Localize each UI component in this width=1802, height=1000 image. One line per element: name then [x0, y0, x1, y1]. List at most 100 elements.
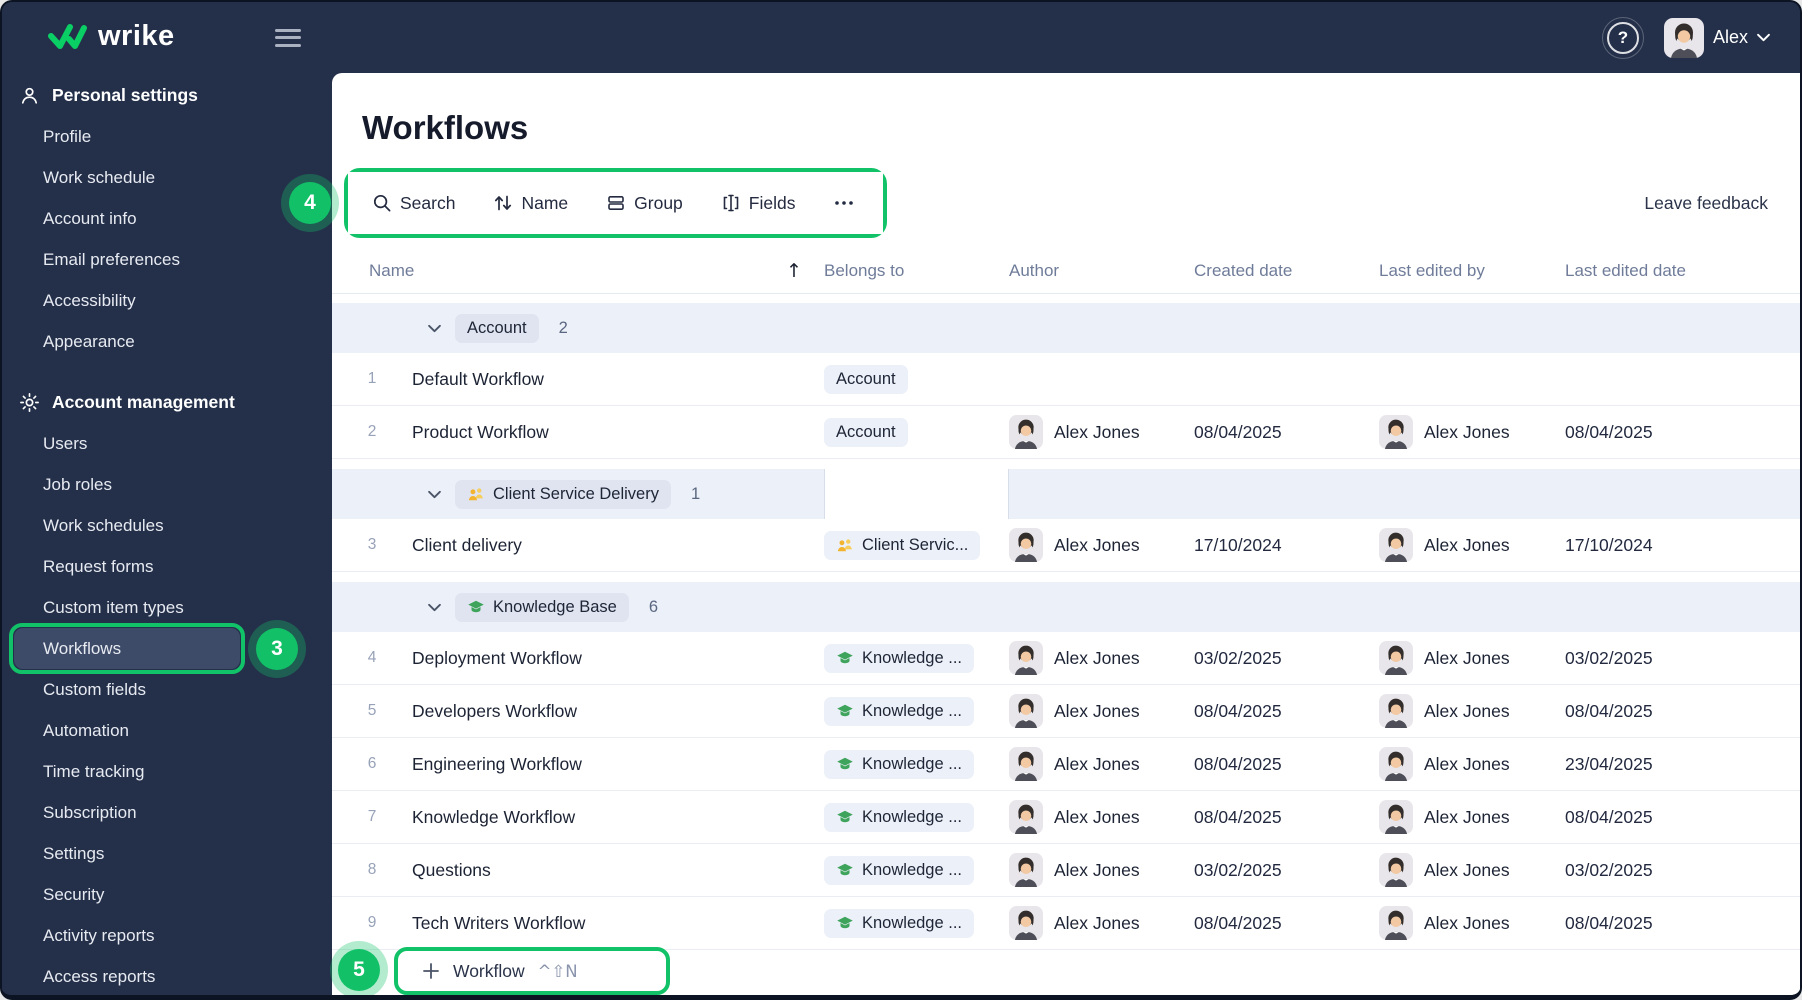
sidebar-item-accessibility[interactable]: Accessibility [2, 280, 332, 321]
grad-cap-icon [836, 649, 854, 667]
sidebar-item-label: Custom fields [43, 679, 146, 699]
sidebar-section-personal-settings: Personal settings [2, 75, 332, 116]
sidebar-section-account-management: Account management [2, 382, 332, 423]
collapse-chevron-icon[interactable] [428, 490, 441, 499]
belongs-to-pill[interactable]: Account [824, 417, 908, 447]
sidebar-item-label: Job roles [43, 474, 112, 494]
topbar-right: ? Alex [1601, 16, 1770, 59]
sidebar-item-work-schedules[interactable]: Work schedules [2, 505, 332, 546]
sidebar-item-label: Access reports [43, 966, 156, 986]
sidebar-item-security[interactable]: Security [2, 874, 332, 915]
toolbar-search-button[interactable]: Search [372, 193, 455, 214]
group-icon [606, 193, 626, 213]
plus-icon [422, 962, 440, 980]
page-title: Workflows [362, 109, 529, 146]
column-header-created-date[interactable]: Created date [1194, 261, 1379, 281]
sidebar-item-job-roles[interactable]: Job roles [2, 464, 332, 505]
row-number: 6 [367, 755, 377, 772]
table-row-questions[interactable]: 8 Questions Knowledge ... Alex Jones 03/02/2… [332, 844, 1800, 897]
sidebar-item-appearance[interactable]: Appearance [2, 321, 332, 362]
workflow-name[interactable]: Deployment Workflow [412, 648, 824, 669]
belongs-to-pill[interactable]: Knowledge ... [824, 749, 974, 779]
workflow-name[interactable]: Knowledge Workflow [412, 807, 824, 828]
workflow-name[interactable]: Client delivery [412, 535, 824, 556]
row-number: 4 [367, 649, 377, 666]
table-row-knowledge-workflow[interactable]: 7 Knowledge Workflow Knowledge ... Alex Jon… [332, 791, 1800, 844]
last-edited-by-name: Alex Jones [1424, 753, 1510, 774]
workflow-name[interactable]: Default Workflow [412, 369, 824, 390]
sidebar-item-subscription[interactable]: Subscription [2, 792, 332, 833]
belongs-to-pill[interactable]: Knowledge ... [824, 643, 974, 673]
grad-cap-icon [836, 861, 854, 879]
sidebar-item-time-tracking[interactable]: Time tracking [2, 751, 332, 792]
last-edited-by-name: Alex Jones [1424, 647, 1510, 668]
group-pill[interactable]: Client Service Delivery [455, 479, 671, 509]
toolbar-more-button[interactable] [833, 193, 855, 213]
table-row-deployment-workflow[interactable]: 4 Deployment Workflow Knowledge ... Alex Jo… [332, 632, 1800, 685]
avatar [1009, 906, 1043, 940]
sidebar-item-users[interactable]: Users [2, 423, 332, 464]
row-number: 2 [367, 423, 377, 440]
belongs-to-pill[interactable]: Knowledge ... [824, 802, 974, 832]
workflow-name[interactable]: Developers Workflow [412, 701, 824, 722]
sidebar-item-workflows[interactable]: Workflows 3 [9, 619, 306, 678]
table-row-engineering-workflow[interactable]: 6 Engineering Workflow Knowledge ... Alex J… [332, 738, 1800, 791]
toolbar-fields-button[interactable]: Fields [721, 193, 795, 214]
group-pill[interactable]: Account [455, 313, 539, 343]
collapse-chevron-icon[interactable] [428, 324, 441, 333]
group-pill[interactable]: Knowledge Base [455, 592, 629, 622]
add-workflow-shortcut: ^⇧N [537, 961, 578, 981]
table-row-tech-writers-workflow[interactable]: 9 Tech Writers Workflow Knowledge ... Alex … [332, 897, 1800, 950]
group-label: Client Service Delivery [493, 484, 659, 503]
sidebar-item-settings[interactable]: Settings [2, 833, 332, 874]
sidebar-item-label: Workflows [43, 638, 122, 658]
table-row-product-workflow[interactable]: 2 Product Workflow Account Alex Jones 08/04/… [332, 406, 1800, 459]
belongs-to-pill[interactable]: Client Servic... [824, 530, 981, 560]
workflow-name[interactable]: Tech Writers Workflow [412, 913, 824, 934]
belongs-to-pill[interactable]: Knowledge ... [824, 855, 974, 885]
help-icon[interactable]: ? [1601, 16, 1644, 59]
avatar [1009, 800, 1043, 834]
table-row-client-delivery[interactable]: 3 Client delivery Client Servic... Alex Jon… [332, 519, 1800, 572]
belongs-to-pill[interactable]: Account [824, 364, 908, 394]
toolbar-group-button[interactable]: Group [606, 193, 683, 214]
workflow-name[interactable]: Product Workflow [412, 422, 824, 443]
sidebar-item-label: Security [43, 884, 105, 904]
sidebar-item-label: Appearance [43, 331, 135, 351]
table-header: Name ↑ Belongs to Author Created date Last ed… [332, 248, 1800, 294]
belongs-to-pill[interactable]: Knowledge ... [824, 908, 974, 938]
sidebar-item-access-reports[interactable]: Access reports [2, 956, 332, 995]
last-edited-date: 03/02/2025 [1565, 859, 1653, 880]
avatar [1663, 17, 1704, 58]
avatar [1009, 694, 1043, 728]
column-header-last-edited-date[interactable]: Last edited date [1565, 261, 1800, 281]
belongs-to-pill[interactable]: Knowledge ... [824, 696, 974, 726]
menu-icon[interactable] [274, 28, 301, 47]
column-header-author[interactable]: Author [1009, 261, 1194, 281]
sidebar-item-label: Work schedule [43, 167, 156, 187]
sidebar-item-automation[interactable]: Automation [2, 710, 332, 751]
avatar [1009, 853, 1043, 887]
column-header-name[interactable]: Name ↑ [332, 260, 824, 282]
sidebar-item-label: Accessibility [43, 290, 136, 310]
sidebar-item-email-preferences[interactable]: Email preferences [2, 239, 332, 280]
table-row-developers-workflow[interactable]: 5 Developers Workflow Knowledge ... Alex Jo… [332, 685, 1800, 738]
add-workflow-button[interactable]: Workflow ^⇧N [422, 961, 578, 982]
main-content: Workflows Search Name Group Fields 4 Leave … [281, 73, 1800, 995]
column-header-belongs-to[interactable]: Belongs to [824, 261, 1009, 281]
collapse-chevron-icon[interactable] [428, 603, 441, 612]
sidebar-item-activity-reports[interactable]: Activity reports [2, 915, 332, 956]
leave-feedback-link[interactable]: Leave feedback [1644, 193, 1768, 214]
avatar [1379, 747, 1413, 781]
row-number: 5 [367, 702, 377, 719]
toolbar-name-button[interactable]: Name [493, 193, 568, 214]
user-menu[interactable]: Alex [1663, 17, 1770, 58]
sidebar-item-request-forms[interactable]: Request forms [2, 546, 332, 587]
column-header-last-edited-by[interactable]: Last edited by [1379, 261, 1565, 281]
sidebar-item-profile[interactable]: Profile [2, 116, 332, 157]
workflow-name[interactable]: Questions [412, 860, 824, 881]
workflow-name[interactable]: Engineering Workflow [412, 754, 824, 775]
table-row-default-workflow[interactable]: 1 Default Workflow Account [332, 353, 1800, 406]
sidebar-item-label: Users [43, 433, 88, 453]
grad-cap-icon [836, 914, 854, 932]
